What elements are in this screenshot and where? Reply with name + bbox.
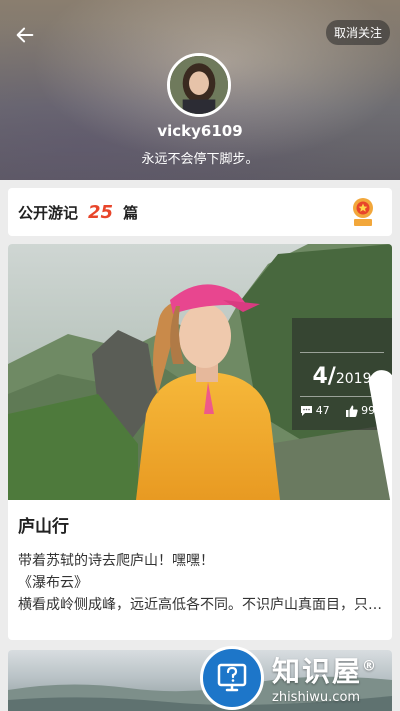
- badge-divider: [300, 396, 384, 397]
- comment-count: 47: [315, 404, 330, 417]
- public-notes-unit: 篇: [123, 203, 139, 222]
- description-line: 《瀑布云》: [18, 575, 88, 591]
- date-badge: 4/2019 47 99+: [292, 318, 392, 500]
- watermark-registered: ®: [362, 658, 379, 675]
- description-line: 带着苏轼的诗去爬庐山！嘿嘿！: [18, 553, 214, 569]
- travel-note-title[interactable]: 庐山行: [18, 512, 69, 537]
- public-notes-bar: 公开游记 25 篇: [8, 188, 392, 236]
- travel-note-description: 带着苏轼的诗去爬庐山！嘿嘿！ 《瀑布云》 横看成岭侧成峰，远近高低各不同。不识庐…: [18, 550, 384, 616]
- public-notes-label: 公开游记: [18, 203, 79, 222]
- avatar[interactable]: [167, 53, 231, 117]
- thumbs-up-icon: [346, 405, 358, 417]
- public-notes-count: 25: [88, 201, 114, 223]
- badge-stats: 47 99+: [292, 404, 392, 417]
- badge-date: 4/2019: [292, 364, 392, 389]
- badge-year: 2019: [335, 371, 372, 387]
- medal-icon[interactable]: [350, 197, 376, 227]
- like-stat[interactable]: 99+: [345, 404, 384, 417]
- question-monitor-icon: [217, 663, 247, 691]
- profile-header: 取消关注 vicky6109 永远不会停下脚步。: [0, 0, 400, 180]
- comment-icon: [300, 405, 312, 416]
- arrow-left-icon: [16, 27, 34, 43]
- watermark-logo: [200, 645, 264, 710]
- unfollow-button[interactable]: 取消关注: [325, 20, 390, 45]
- badge-divider: [300, 352, 384, 353]
- watermark: 知识屋® zhishiwu.com: [200, 644, 400, 711]
- motto: 永远不会停下脚步。: [141, 152, 259, 167]
- badge-day: 4/: [312, 364, 336, 389]
- travel-note-card[interactable]: 4/2019 47 99+ 庐山行 带着苏轼的诗去爬庐山！嘿嘿！ 《瀑布云》 横…: [8, 244, 392, 640]
- description-line: 横看成岭侧成峰，远近高低各不同。不识庐山真面目，只缘身在此山中。: [18, 597, 384, 613]
- username: vicky6109: [157, 122, 243, 140]
- watermark-subtitle: zhishiwu.com: [272, 690, 361, 705]
- watermark-title: 知识屋: [272, 655, 363, 688]
- like-count: 99+: [361, 404, 385, 417]
- travel-note-photo[interactable]: 4/2019 47 99+: [8, 244, 392, 500]
- back-button[interactable]: [14, 24, 44, 50]
- comment-stat[interactable]: 47: [300, 404, 330, 417]
